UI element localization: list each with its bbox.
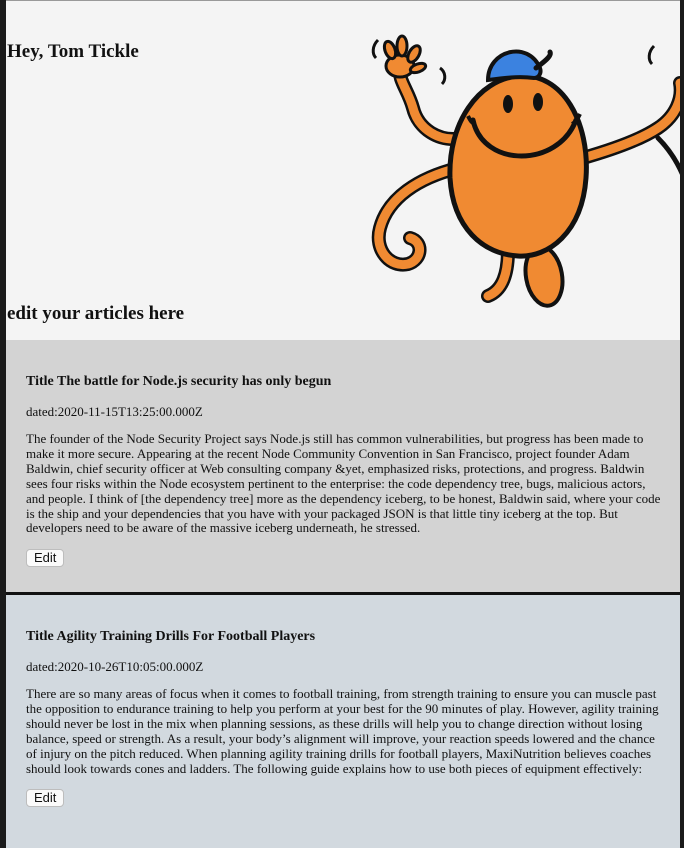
- articles-list: Title The battle for Node.js security ha…: [6, 340, 680, 848]
- article-title-text: Agility Training Drills For Football Pla…: [56, 629, 316, 644]
- article-title-prefix: Title: [26, 629, 54, 644]
- article-body: The founder of the Node Security Project…: [26, 431, 661, 536]
- article-title-text: The battle for Node.js security has only…: [57, 374, 332, 389]
- greeting-heading: Hey, Tom Tickle: [7, 41, 139, 62]
- article-date-prefix: dated:: [26, 659, 58, 674]
- article-date-prefix: dated:: [26, 404, 58, 419]
- article-title: Title Agility Training Drills For Footba…: [26, 628, 660, 645]
- page: Hey, Tom Tickle edit your articles here …: [6, 0, 680, 848]
- article-title-prefix: Title: [26, 374, 54, 389]
- article-date-value: 2020-10-26T10:05:00.000Z: [57, 659, 204, 674]
- article-date: dated:2020-11-15T13:25:00.000Z: [26, 404, 660, 420]
- article-date: dated:2020-10-26T10:05:00.000Z: [26, 659, 660, 675]
- edit-article-button[interactable]: Edit: [26, 789, 65, 808]
- top-rule: [6, 0, 680, 1]
- article-date-value: 2020-11-15T13:25:00.000Z: [57, 404, 203, 419]
- edit-article-button[interactable]: Edit: [26, 549, 65, 568]
- article-body: There are so many areas of focus when it…: [26, 686, 659, 776]
- article-title: Title The battle for Node.js security ha…: [26, 373, 660, 390]
- articles-section-heading: edit your articles here: [7, 303, 185, 324]
- mascot-illustration: [371, 34, 680, 308]
- article-card: Title The battle for Node.js security ha…: [6, 340, 680, 592]
- article-card: Title Agility Training Drills For Footba…: [6, 595, 680, 848]
